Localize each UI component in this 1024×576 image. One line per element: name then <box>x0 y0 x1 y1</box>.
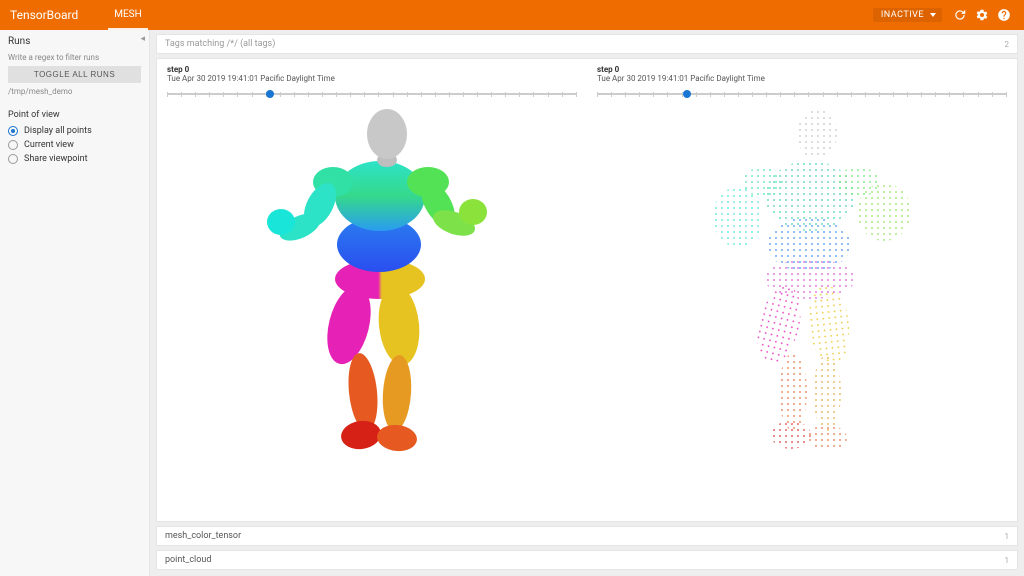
reload-status-chip[interactable]: INACTIVE <box>873 8 942 22</box>
tag-filter-bar[interactable]: Tags matching /*/ (all tags) 2 <box>156 34 1018 54</box>
pointcloud-viewport[interactable] <box>597 103 1007 515</box>
step-slider[interactable] <box>597 87 1007 101</box>
mesh-figure <box>267 109 477 509</box>
viz-area: step 0 Tue Apr 30 2019 19:41:01 Pacific … <box>156 58 1018 522</box>
pov-option-share-viewpoint[interactable]: Share viewpoint <box>8 154 141 164</box>
accordion-count: 1 <box>1005 556 1010 565</box>
timestamp: Tue Apr 30 2019 19:41:01 Pacific Dayligh… <box>597 74 1007 83</box>
tag-filter-count: 2 <box>1005 40 1010 49</box>
viz-pane-mesh: step 0 Tue Apr 30 2019 19:41:01 Pacific … <box>157 59 587 521</box>
slider-thumb[interactable] <box>266 90 274 98</box>
runs-filter-input[interactable]: Write a regex to filter runs <box>8 53 141 62</box>
slider-thumb[interactable] <box>683 90 691 98</box>
pov-title: Point of view <box>8 110 141 120</box>
pov-option-current-view[interactable]: Current view <box>8 140 141 150</box>
reload-icon[interactable] <box>950 5 970 25</box>
step-slider[interactable] <box>167 87 577 101</box>
sidebar-collapse-icon[interactable]: ◂ <box>140 34 145 44</box>
tab-mesh[interactable]: MESH <box>108 0 148 30</box>
main-area: Tags matching /*/ (all tags) 2 step 0 Tu… <box>150 30 1024 576</box>
accordion-count: 1 <box>1005 532 1010 541</box>
accordion-mesh-color-tensor[interactable]: mesh_color_tensor 1 <box>156 526 1018 546</box>
mesh-viewport[interactable] <box>167 103 577 515</box>
sidebar: ◂ Runs Write a regex to filter runs TOGG… <box>0 30 150 576</box>
app-title: TensorBoard <box>10 8 78 22</box>
tag-filter-text: Tags matching /*/ (all tags) <box>165 39 275 49</box>
pointcloud-figure <box>697 109 907 509</box>
timestamp: Tue Apr 30 2019 19:41:01 Pacific Dayligh… <box>167 74 577 83</box>
run-path: /tmp/mesh_demo <box>8 87 141 96</box>
viz-pane-pointcloud: step 0 Tue Apr 30 2019 19:41:01 Pacific … <box>587 59 1017 521</box>
accordion-label: mesh_color_tensor <box>165 531 241 541</box>
help-icon[interactable] <box>994 5 1014 25</box>
runs-title: Runs <box>8 36 141 47</box>
toggle-all-runs-button[interactable]: TOGGLE ALL RUNS <box>8 66 141 83</box>
step-label: step 0 <box>597 65 1007 74</box>
step-label: step 0 <box>167 65 577 74</box>
settings-icon[interactable] <box>972 5 992 25</box>
top-header: TensorBoard MESH INACTIVE <box>0 0 1024 30</box>
accordion-label: point_cloud <box>165 555 211 565</box>
pov-option-display-all[interactable]: Display all points <box>8 126 141 136</box>
accordion-point-cloud[interactable]: point_cloud 1 <box>156 550 1018 570</box>
